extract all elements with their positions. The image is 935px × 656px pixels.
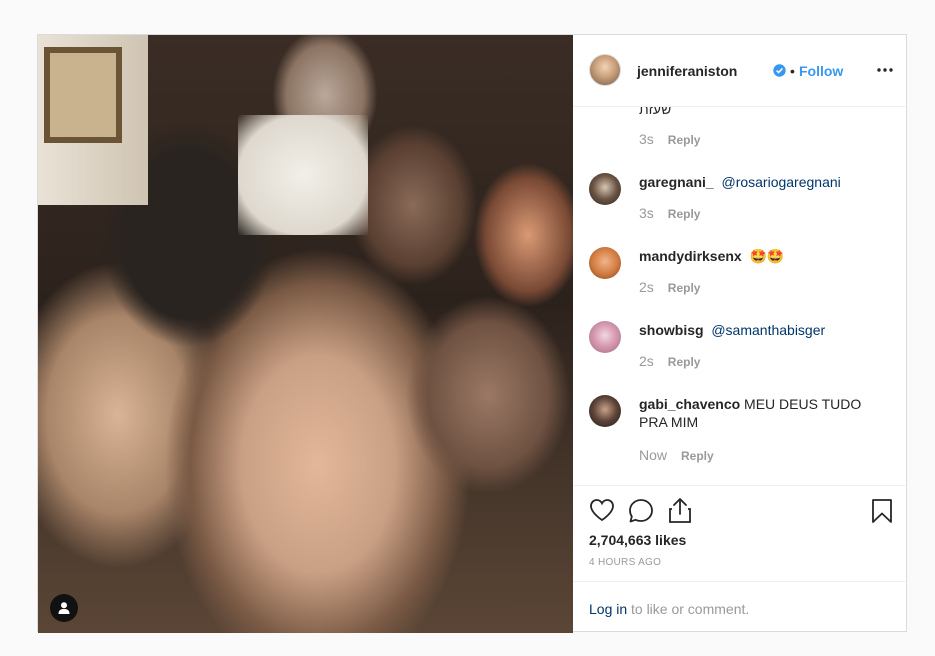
login-prompt-text: to like or comment. [631,601,750,617]
comment-text: @rosariogaregnani [721,174,841,190]
comment-icon[interactable] [628,498,654,524]
login-link[interactable]: Log in [589,601,627,617]
comment-body: showbisg @samanthabisger [639,321,889,339]
comment-body: gabi_chavenco MEU DEUS TUDO PRA MIM [639,395,889,431]
post-photo[interactable] [38,35,573,633]
post-actions: 2,704,663 likes 4 HOURS AGO Log in to li… [573,485,908,633]
reply-button[interactable]: Reply [668,355,701,369]
login-prompt: Log in to like or comment. [573,581,908,634]
comment-text: 🤩🤩 [749,248,785,264]
comment-username[interactable]: garegnani_ [639,174,714,190]
comment-username[interactable]: gabi_chavenco [639,396,740,412]
post-container: jenniferaniston • Follow שעזת 3s Reply ga… [37,34,908,633]
comment-meta: 3s Reply [639,205,700,221]
comment-text-truncated: שעזת [639,107,672,117]
comment-body: mandydirksenx 🤩🤩 [639,247,889,265]
reply-button[interactable]: Reply [668,207,701,221]
reply-button[interactable]: Reply [681,449,714,463]
comment-list[interactable]: שעזת 3s Reply garegnani_ @rosariogaregnan… [573,107,908,485]
comment-username[interactable]: mandydirksenx [639,248,742,264]
comment-meta: 2s Reply [639,279,700,295]
reply-button[interactable]: Reply [668,133,701,147]
comment-time: 2s [639,279,654,295]
user-tag-icon[interactable] [50,594,78,622]
comment-time: Now [639,447,668,463]
comment-body: garegnani_ @rosariogaregnani [639,173,889,191]
avatar[interactable] [589,321,621,353]
avatar[interactable] [589,173,621,205]
verified-badge-icon [773,64,786,77]
heart-icon[interactable] [589,498,615,522]
avatar[interactable] [589,247,621,279]
comment-time: 3s [639,205,654,221]
likes-count[interactable]: 2,704,663 likes [589,532,686,548]
more-horizontal-icon[interactable] [876,61,894,79]
post-sidebar: jenniferaniston • Follow שעזת 3s Reply ga… [573,35,908,633]
share-icon[interactable] [667,496,693,524]
photo-wall-frame [44,47,122,143]
comment-meta: 3s Reply [639,131,700,147]
comment-time: 3s [639,131,654,147]
comment-meta: Now Reply [639,447,714,463]
post-header: jenniferaniston • Follow [573,35,908,107]
post-timestamp: 4 HOURS AGO [589,557,662,568]
avatar[interactable] [589,54,621,86]
reply-button[interactable]: Reply [668,281,701,295]
comment-username[interactable]: showbisg [639,322,704,338]
bookmark-icon[interactable] [871,498,893,524]
comment-meta: 2s Reply [639,353,700,369]
username-link[interactable]: jenniferaniston [637,63,737,79]
comment-text: @samanthabisger [711,322,826,338]
comment-time: 2s [639,353,654,369]
follow-button[interactable]: Follow [799,63,843,79]
avatar[interactable] [589,395,621,427]
photo-detail [238,115,368,235]
separator-dot: • [790,63,795,79]
